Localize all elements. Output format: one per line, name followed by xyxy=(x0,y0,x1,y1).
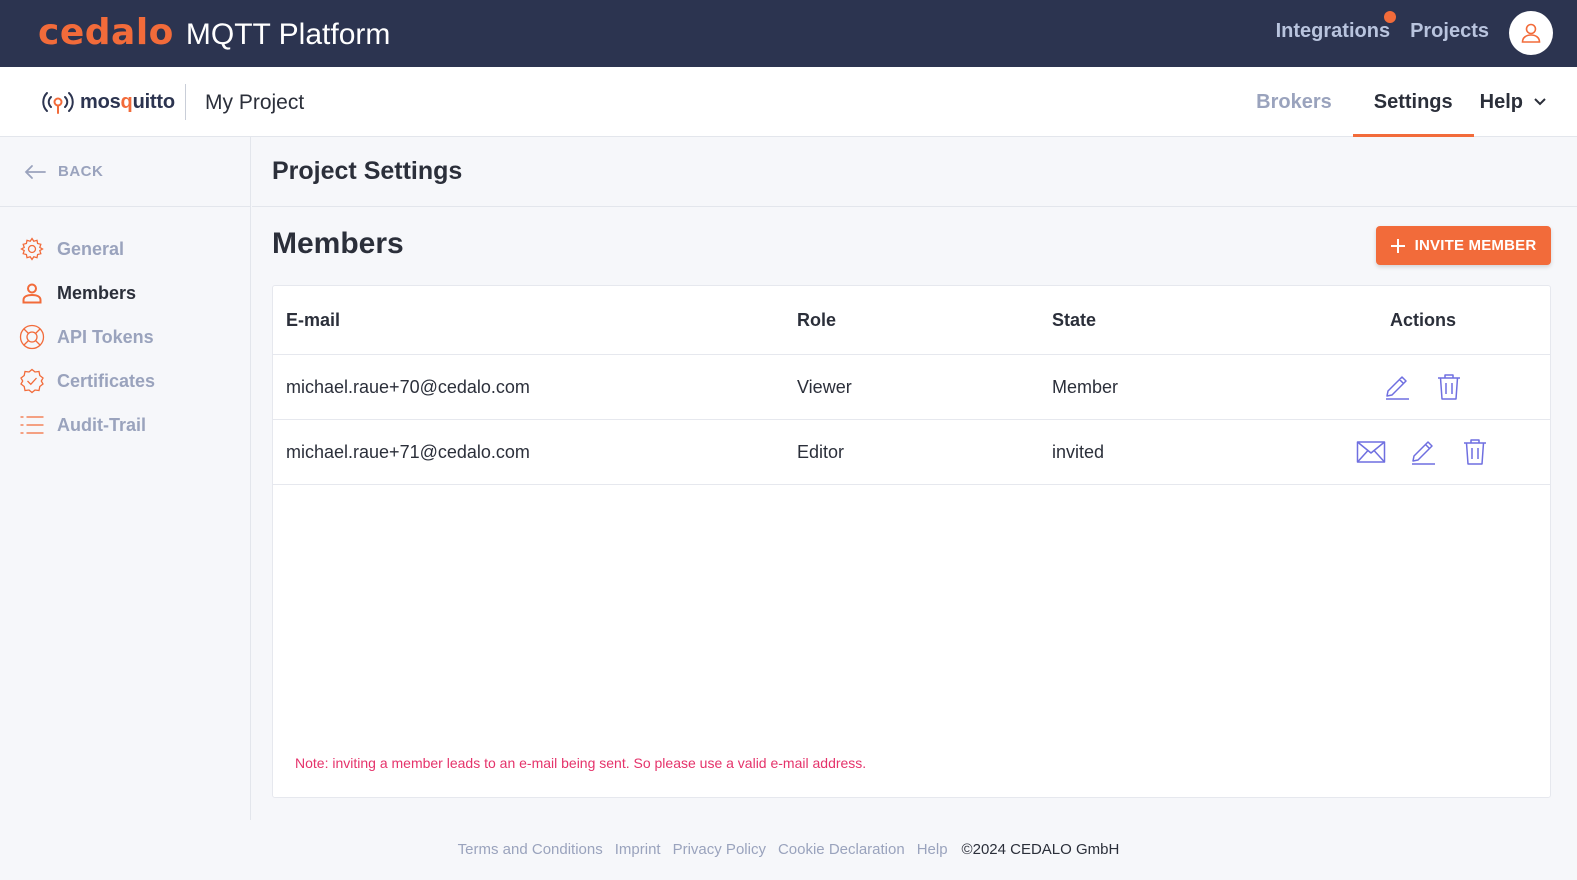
sidebar-item-general[interactable]: General xyxy=(0,227,250,271)
invite-note: Note: inviting a member leads to an e-ma… xyxy=(295,755,867,771)
nav-projects[interactable]: Projects xyxy=(1410,20,1489,43)
edit-button[interactable] xyxy=(1407,436,1439,468)
table-row: michael.raue+71@cedalo.com Editor invite… xyxy=(273,420,1550,485)
mail-icon xyxy=(1356,441,1386,463)
member-role: Viewer xyxy=(797,376,852,397)
back-button[interactable]: BACK xyxy=(0,137,250,207)
tab-brokers[interactable]: Brokers xyxy=(1235,67,1353,137)
page-title: Project Settings xyxy=(272,157,463,185)
settings-menu: General Members API Tokens Certificates … xyxy=(0,207,250,447)
footer-link-privacy[interactable]: Privacy Policy xyxy=(673,841,766,858)
sidebar-item-label: Members xyxy=(57,282,137,303)
nav-integrations[interactable]: Integrations xyxy=(1275,11,1397,43)
user-icon xyxy=(19,280,45,306)
sidebar-item-label: API Tokens xyxy=(57,326,154,347)
sidebar-item-members[interactable]: Members xyxy=(0,271,250,315)
certificate-icon xyxy=(19,368,45,394)
sidebar-item-api-tokens[interactable]: API Tokens xyxy=(0,315,250,359)
member-email: michael.raue+71@cedalo.com xyxy=(286,441,530,462)
product-name: MQTT Platform xyxy=(185,18,391,51)
tab-brokers-label: Brokers xyxy=(1256,90,1332,113)
column-header-role: Role xyxy=(797,309,837,330)
trash-icon xyxy=(1464,439,1486,465)
lifebuoy-icon xyxy=(19,324,45,350)
trash-icon xyxy=(1438,374,1460,400)
invite-member-button[interactable]: INVITE MEMBER xyxy=(1376,226,1551,265)
tab-help-label: Help xyxy=(1479,90,1523,113)
footer-link-cookies[interactable]: Cookie Declaration xyxy=(778,841,905,858)
section-title: Members xyxy=(272,227,404,260)
sidebar-item-label: Certificates xyxy=(57,370,156,391)
back-label: BACK xyxy=(58,163,104,180)
sidebar-item-certificates[interactable]: Certificates xyxy=(0,359,250,403)
row-actions xyxy=(1313,355,1533,419)
divider xyxy=(185,84,186,120)
notification-dot xyxy=(1384,11,1397,23)
tab-settings[interactable]: Settings xyxy=(1352,67,1474,137)
delete-button[interactable] xyxy=(1459,436,1491,468)
delete-button[interactable] xyxy=(1433,371,1465,403)
brand-name: cedalo xyxy=(38,12,174,53)
column-header-email: E-mail xyxy=(286,309,341,330)
column-header-actions: Actions xyxy=(1389,309,1456,330)
member-email: michael.raue+70@cedalo.com xyxy=(286,376,530,397)
member-state: Member xyxy=(1052,376,1119,397)
brand-logo[interactable]: cedalo MQTT Platform xyxy=(38,12,390,53)
mosquitto-wordmark: mosquitto xyxy=(80,90,175,113)
footer-link-help[interactable]: Help xyxy=(917,841,948,858)
edit-button[interactable] xyxy=(1381,371,1413,403)
sidebar-item-audit-trail[interactable]: Audit-Trail xyxy=(0,403,250,447)
footer-link-terms[interactable]: Terms and Conditions xyxy=(458,841,603,858)
chevron-down-icon xyxy=(1534,98,1546,106)
copyright: ©2024 CEDALO GmbH xyxy=(961,840,1120,858)
tab-help[interactable]: Help xyxy=(1474,67,1577,137)
page-header: Project Settings xyxy=(252,137,1577,207)
table-row: michael.raue+70@cedalo.com Viewer Member xyxy=(273,355,1550,420)
members-table: E-mail Role State Actions michael.raue+7… xyxy=(272,285,1551,798)
member-role: Editor xyxy=(797,441,845,462)
mosquitto-logo[interactable]: mosquitto xyxy=(40,89,175,115)
nav-integrations-label: Integrations xyxy=(1275,20,1391,42)
settings-sidebar: BACK General Members API Tokens Certific… xyxy=(0,137,251,820)
edit-icon xyxy=(1386,376,1409,400)
resend-invite-button[interactable] xyxy=(1355,436,1387,468)
arrow-left-icon xyxy=(24,164,46,179)
footer-link-imprint[interactable]: Imprint xyxy=(615,841,661,858)
row-actions xyxy=(1313,420,1533,484)
member-state: invited xyxy=(1052,441,1105,462)
tab-settings-label: Settings xyxy=(1373,90,1453,113)
plus-icon xyxy=(1390,238,1405,253)
table-header: E-mail Role State Actions xyxy=(273,286,1550,355)
user-avatar-button[interactable] xyxy=(1509,11,1553,55)
gear-icon xyxy=(19,236,45,262)
broadcast-icon xyxy=(42,92,74,114)
top-nav: Integrations Projects xyxy=(1275,11,1489,43)
project-name: My Project xyxy=(205,91,305,114)
edit-icon xyxy=(1412,441,1435,465)
column-header-state: State xyxy=(1052,309,1097,330)
footer: Terms and Conditions Imprint Privacy Pol… xyxy=(0,836,1577,862)
invite-member-label: INVITE MEMBER xyxy=(1414,237,1537,254)
project-tabs: Brokers Settings Help xyxy=(1235,67,1577,137)
top-bar: cedalo MQTT Platform Integrations Projec… xyxy=(0,0,1577,67)
project-bar: mosquitto My Project Brokers Settings He… xyxy=(0,67,1577,137)
sidebar-item-label: Audit-Trail xyxy=(57,414,146,435)
sidebar-item-label: General xyxy=(57,238,125,259)
list-icon xyxy=(19,412,45,438)
nav-projects-label: Projects xyxy=(1410,20,1489,42)
user-icon xyxy=(1521,23,1541,43)
